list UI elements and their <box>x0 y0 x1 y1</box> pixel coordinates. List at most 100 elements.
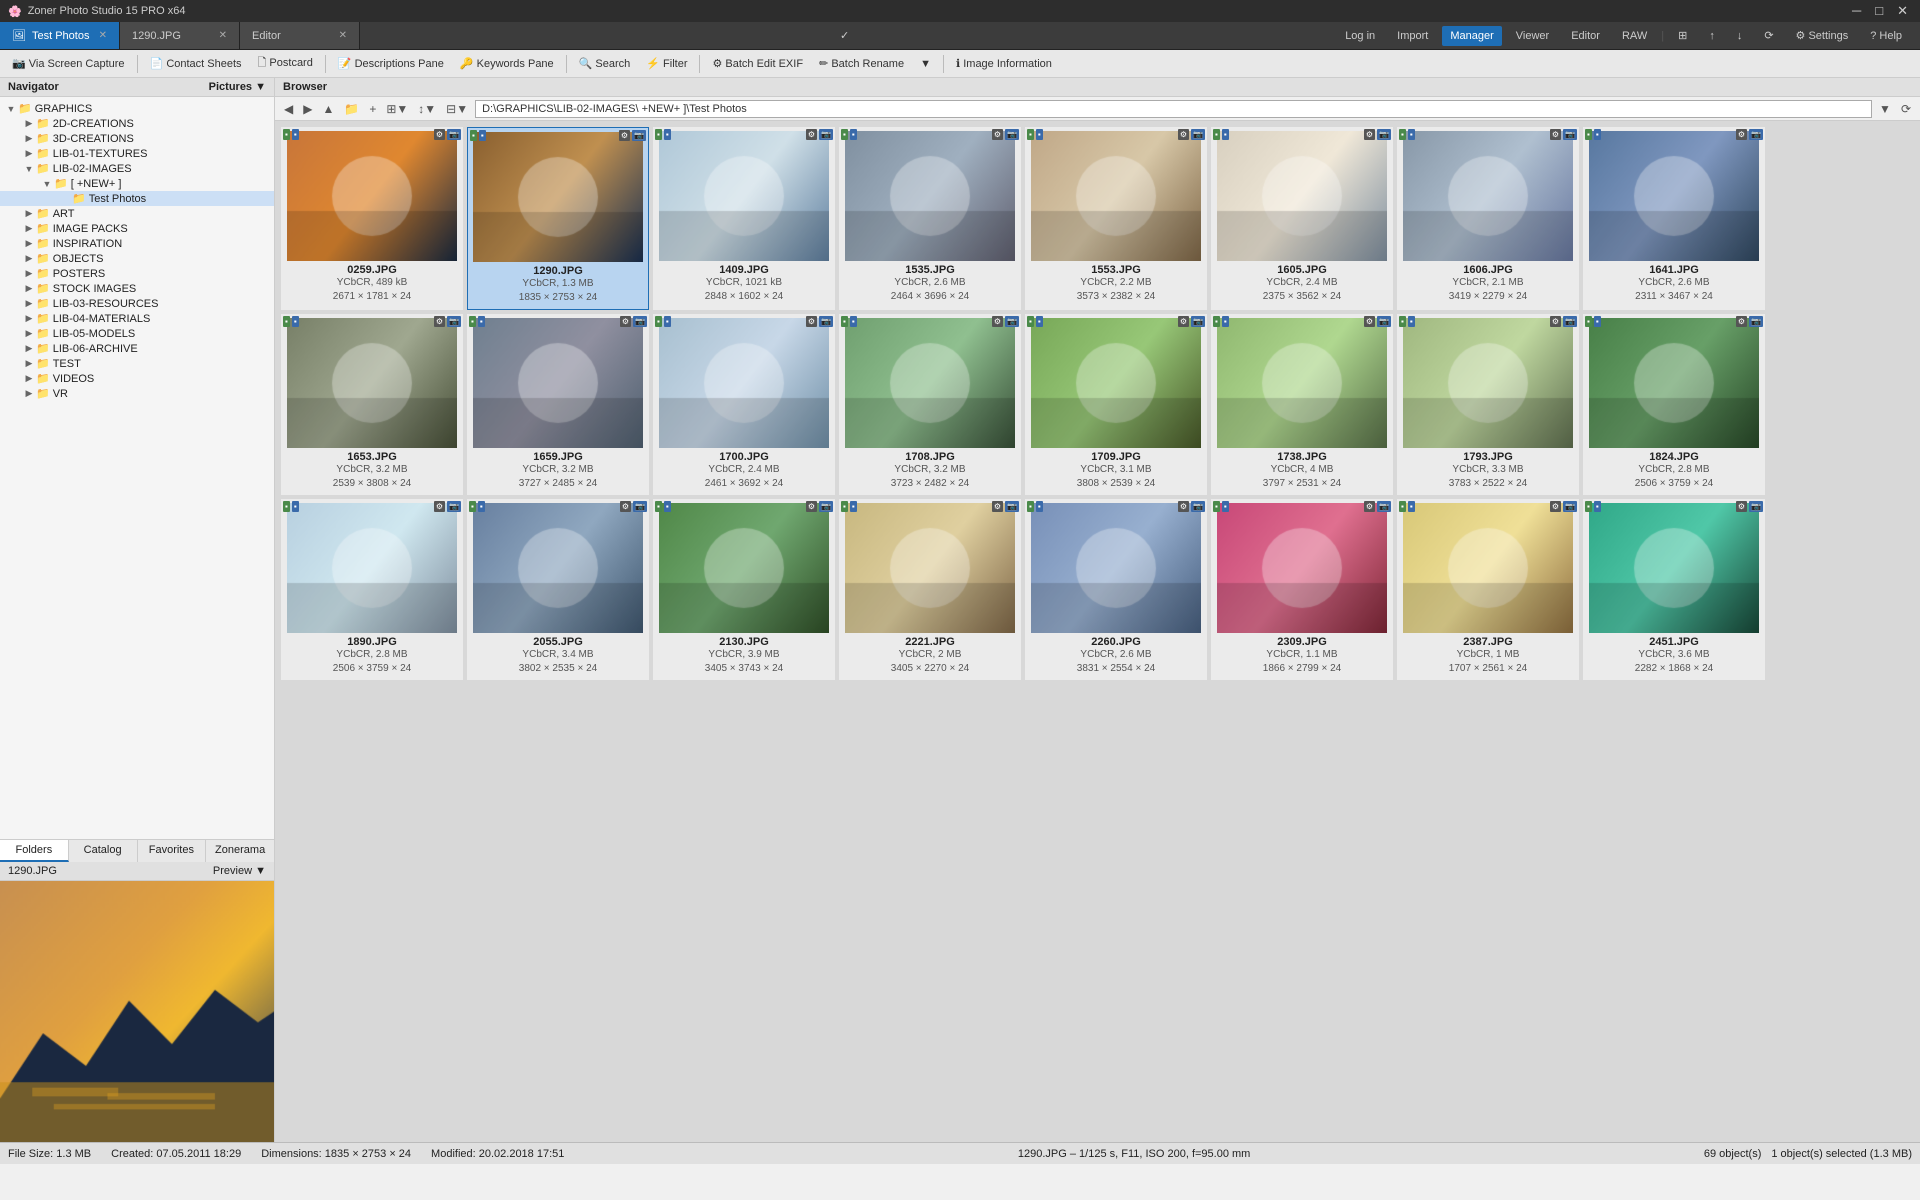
tree-toggle[interactable]: ▶ <box>22 358 36 369</box>
help-button[interactable]: ? Help <box>1862 26 1910 46</box>
tree-item-stock-images[interactable]: ▶ 📁 STOCK IMAGES <box>0 281 274 296</box>
thumbnail-cell[interactable]: ▪▪⚙📷1535.JPGYCbCR, 2.6 MB2464 × 3696 × 2… <box>839 127 1021 310</box>
import-button[interactable]: Import <box>1389 26 1436 46</box>
descriptions-pane-button[interactable]: 📝 Descriptions Pane <box>332 55 450 72</box>
image-information-button[interactable]: ℹ Image Information <box>950 55 1058 72</box>
tree-item-lib05[interactable]: ▶ 📁 LIB-05-MODELS <box>0 326 274 341</box>
tree-toggle[interactable]: ▶ <box>22 268 36 279</box>
thumbnail-cell[interactable]: ▪▪⚙📷0259.JPGYCbCR, 489 kB2671 × 1781 × 2… <box>281 127 463 310</box>
settings-button[interactable]: ⚙ Settings <box>1788 25 1857 46</box>
tree-toggle[interactable]: ▶ <box>22 118 36 129</box>
search-button[interactable]: 🔍 Search <box>573 55 637 72</box>
dropdown-button[interactable]: ▼ <box>914 56 937 72</box>
tree-item-2d[interactable]: ▶ 📁 2D-CREATIONS <box>0 116 274 131</box>
minimize-button[interactable]: ─ <box>1848 3 1865 19</box>
tab-close-button[interactable]: ✕ <box>99 30 107 41</box>
tree-item-image-packs[interactable]: ▶ 📁 IMAGE PACKS <box>0 221 274 236</box>
thumbnail-cell[interactable]: ▪▪⚙📷2260.JPGYCbCR, 2.6 MB3831 × 2554 × 2… <box>1025 499 1207 680</box>
tab-test-photos[interactable]: 🖼 Test Photos ✕ <box>0 22 120 49</box>
tree-item-lib04[interactable]: ▶ 📁 LIB-04-MATERIALS <box>0 311 274 326</box>
thumbnail-cell[interactable]: ▪▪⚙📷1290.JPGYCbCR, 1.3 MB1835 × 2753 × 2… <box>467 127 649 310</box>
manager-button[interactable]: Manager <box>1442 26 1501 46</box>
folders-tab[interactable]: Folders <box>0 840 69 862</box>
thumbnail-cell[interactable]: ▪▪⚙📷1709.JPGYCbCR, 3.1 MB3808 × 2539 × 2… <box>1025 314 1207 495</box>
thumbnail-cell[interactable]: ▪▪⚙📷1553.JPGYCbCR, 2.2 MB3573 × 2382 × 2… <box>1025 127 1207 310</box>
tree-toggle[interactable]: ▶ <box>22 133 36 144</box>
tab-editor[interactable]: Editor ✕ <box>240 22 360 49</box>
tree-item-objects[interactable]: ▶ 📁 OBJECTS <box>0 251 274 266</box>
tree-item-lib06[interactable]: ▶ 📁 LIB-06-ARCHIVE <box>0 341 274 356</box>
up-button[interactable]: ↑ <box>1701 26 1723 46</box>
thumbnail-cell[interactable]: ▪▪⚙📷1653.JPGYCbCR, 3.2 MB2539 × 3808 × 2… <box>281 314 463 495</box>
thumbnail-cell[interactable]: ▪▪⚙📷1793.JPGYCbCR, 3.3 MB3783 × 2522 × 2… <box>1397 314 1579 495</box>
tree-item-3d[interactable]: ▶ 📁 3D-CREATIONS <box>0 131 274 146</box>
tab-1290jpg[interactable]: 1290.JPG ✕ <box>120 22 240 49</box>
layout-button[interactable]: ⊞ <box>1670 25 1695 46</box>
tree-toggle[interactable]: ▼ <box>22 164 36 174</box>
addr-dropdown-button[interactable]: ▼ <box>1876 101 1894 117</box>
up-button[interactable]: ▲ <box>319 101 337 117</box>
tree-item-graphics[interactable]: ▼ 📁 GRAPHICS <box>0 101 274 116</box>
sort-button[interactable]: ↕▼ <box>415 101 439 117</box>
tab-close-button[interactable]: ✕ <box>339 30 347 41</box>
tree-item-posters[interactable]: ▶ 📁 POSTERS <box>0 266 274 281</box>
raw-button[interactable]: RAW <box>1614 26 1655 46</box>
contact-sheets-button[interactable]: 📄 Contact Sheets <box>144 55 248 72</box>
favorites-tab[interactable]: Favorites <box>138 840 207 862</box>
close-button[interactable]: ✕ <box>1893 3 1912 19</box>
via-screen-capture-button[interactable]: 📷 Via Screen Capture <box>6 55 131 72</box>
tree-item-lib01[interactable]: ▶ 📁 LIB-01-TEXTURES <box>0 146 274 161</box>
thumbnail-cell[interactable]: ▪▪⚙📷1708.JPGYCbCR, 3.2 MB3723 × 2482 × 2… <box>839 314 1021 495</box>
tree-toggle[interactable]: ▶ <box>22 298 36 309</box>
view-button[interactable]: ⊞▼ <box>383 101 411 117</box>
thumbnail-cell[interactable]: ▪▪⚙📷1606.JPGYCbCR, 2.1 MB3419 × 2279 × 2… <box>1397 127 1579 310</box>
thumbnail-cell[interactable]: ▪▪⚙📷1824.JPGYCbCR, 2.8 MB2506 × 3759 × 2… <box>1583 314 1765 495</box>
titlebar-controls[interactable]: ─ □ ✕ <box>1848 3 1912 19</box>
keywords-pane-button[interactable]: 🔑 Keywords Pane <box>454 55 560 72</box>
maximize-button[interactable]: □ <box>1871 3 1887 19</box>
tree-toggle[interactable]: ▶ <box>22 328 36 339</box>
thumbnail-cell[interactable]: ▪▪⚙📷1659.JPGYCbCR, 3.2 MB3727 × 2485 × 2… <box>467 314 649 495</box>
tree-toggle[interactable]: ▼ <box>40 179 54 189</box>
address-input[interactable] <box>475 100 1872 118</box>
tree-item-inspiration[interactable]: ▶ 📁 INSPIRATION <box>0 236 274 251</box>
tree-toggle[interactable]: ▶ <box>22 208 36 219</box>
tree-toggle[interactable]: ▶ <box>22 238 36 249</box>
thumbnail-cell[interactable]: ▪▪⚙📷1738.JPGYCbCR, 4 MB3797 × 2531 × 24 <box>1211 314 1393 495</box>
tree-toggle[interactable]: ▶ <box>22 223 36 234</box>
thumbnail-cell[interactable]: ▪▪⚙📷2221.JPGYCbCR, 2 MB3405 × 2270 × 24 <box>839 499 1021 680</box>
down-button[interactable]: ↓ <box>1729 26 1751 46</box>
refresh-button[interactable]: ⟳ <box>1898 101 1914 117</box>
grid-button[interactable]: ⊟▼ <box>443 101 471 117</box>
tree-item-new[interactable]: ▼ 📁 [ +NEW+ ] <box>0 176 274 191</box>
log-in-button[interactable]: Log in <box>1337 26 1383 46</box>
tree-item-test[interactable]: ▶ 📁 TEST <box>0 356 274 371</box>
thumbnail-cell[interactable]: ▪▪⚙📷1409.JPGYCbCR, 1021 kB2848 × 1602 × … <box>653 127 835 310</box>
batch-edit-exif-button[interactable]: ⚙ Batch Edit EXIF <box>706 55 809 72</box>
tab-close-button[interactable]: ✕ <box>219 30 227 41</box>
tree-item-lib03[interactable]: ▶ 📁 LIB-03-RESOURCES <box>0 296 274 311</box>
zonerama-tab[interactable]: Zonerama <box>206 840 274 862</box>
thumbnail-cell[interactable]: ▪▪⚙📷1605.JPGYCbCR, 2.4 MB2375 × 3562 × 2… <box>1211 127 1393 310</box>
postcard-button[interactable]: 🗋 Postcard <box>252 52 319 75</box>
tree-toggle[interactable]: ▶ <box>22 148 36 159</box>
thumbnail-cell[interactable]: ▪▪⚙📷2387.JPGYCbCR, 1 MB1707 × 2561 × 24 <box>1397 499 1579 680</box>
tree-toggle[interactable]: ▶ <box>22 343 36 354</box>
tree-toggle[interactable]: ▼ <box>4 104 18 114</box>
tree-item-videos[interactable]: ▶ 📁 VIDEOS <box>0 371 274 386</box>
catalog-tab[interactable]: Catalog <box>69 840 138 862</box>
tree-toggle[interactable]: ▶ <box>22 283 36 294</box>
tab-verify-button[interactable]: ✓ <box>832 25 857 46</box>
tree-toggle[interactable]: ▶ <box>22 313 36 324</box>
batch-rename-button[interactable]: ✏ Batch Rename <box>813 55 910 72</box>
tree-item-art[interactable]: ▶ 📁 ART <box>0 206 274 221</box>
thumbnail-cell[interactable]: ▪▪⚙📷1890.JPGYCbCR, 2.8 MB2506 × 3759 × 2… <box>281 499 463 680</box>
thumbnail-cell[interactable]: ▪▪⚙📷2451.JPGYCbCR, 3.6 MB2282 × 1868 × 2… <box>1583 499 1765 680</box>
thumbnail-cell[interactable]: ▪▪⚙📷2309.JPGYCbCR, 1.1 MB1866 × 2799 × 2… <box>1211 499 1393 680</box>
tree-toggle[interactable]: ▶ <box>22 373 36 384</box>
back-button[interactable]: ◀ <box>281 101 296 117</box>
refresh-button[interactable]: ⟳ <box>1756 25 1781 46</box>
tree-item-test-photos[interactable]: 📁 Test Photos <box>0 191 274 206</box>
filter-button[interactable]: ⚡ Filter <box>640 55 693 72</box>
folder-button[interactable]: 📁 <box>341 101 362 117</box>
